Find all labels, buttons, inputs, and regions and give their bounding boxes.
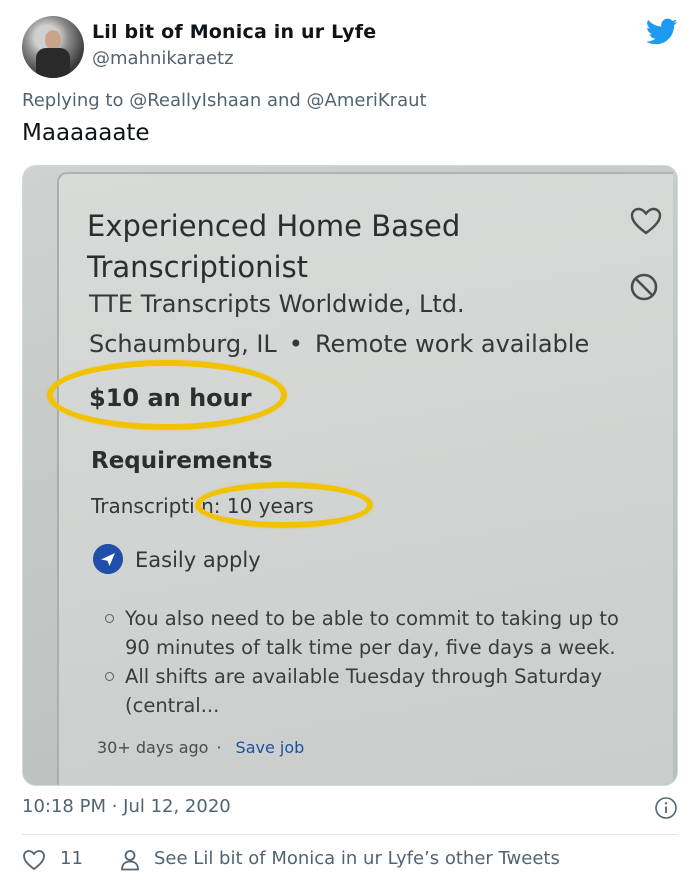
highlight-circle-years	[195, 482, 373, 528]
like-heart-icon[interactable]	[22, 849, 46, 871]
author-name[interactable]: Lil bit of Monica in ur Lyfe	[92, 21, 376, 43]
posted-date: 30+ days ago	[97, 738, 209, 757]
remote-note: Remote work available	[314, 330, 590, 358]
divider	[22, 834, 678, 835]
author-handle[interactable]: @mahnikaraetz	[92, 48, 234, 69]
mention-link[interactable]: @ReallyIshaan	[129, 90, 261, 111]
company-name: TTE Transcripts Worldwide, Ltd.	[89, 290, 465, 318]
replying-to: Replying to @ReallyIshaan and @AmeriKrau…	[22, 90, 427, 111]
job-title: Experienced Home Based Transcriptionist	[87, 209, 461, 284]
other-tweets-link[interactable]: See Lil bit of Monica in ur Lyfe’s other…	[154, 848, 560, 869]
replying-joiner: and	[261, 90, 307, 111]
tweet-timestamp[interactable]: 10:18 PM · Jul 12, 2020	[22, 796, 231, 817]
easily-apply-label: Easily apply	[135, 548, 261, 572]
info-icon[interactable]	[654, 796, 678, 820]
job-location: Schaumburg, IL • Remote work available	[89, 330, 589, 358]
location-city: Schaumburg, IL	[89, 330, 277, 358]
block-icon	[630, 273, 658, 301]
location-separator: •	[288, 330, 303, 358]
person-icon[interactable]	[120, 849, 140, 871]
requirements-heading: Requirements	[91, 448, 273, 474]
list-item: All shifts are available Tuesday through…	[101, 662, 641, 720]
send-icon	[93, 544, 123, 574]
highlight-circle-pay	[47, 360, 287, 430]
list-item: You also need to be able to commit to ta…	[101, 604, 641, 662]
heart-outline-icon	[630, 207, 662, 235]
avatar[interactable]	[22, 16, 84, 78]
job-meta: 30+ days ago · Save job	[97, 738, 304, 757]
tweet-photo[interactable]: Experienced Home Based Transcriptionist …	[22, 165, 678, 786]
job-details-list: You also need to be able to commit to ta…	[101, 604, 641, 720]
tweet-actions: 11 See Lil bit of Monica in ur Lyfe’s ot…	[22, 846, 678, 876]
replying-prefix: Replying to	[22, 90, 130, 111]
meta-separator: ·	[216, 738, 222, 757]
mention-link[interactable]: @AmeriKraut	[307, 90, 427, 111]
tweet-text: Maaaaaate	[22, 120, 150, 146]
twitter-bird-icon[interactable]	[646, 18, 678, 46]
avatar-shirt	[36, 48, 70, 78]
tweet-header: Lil bit of Monica in ur Lyfe @mahnikarae…	[22, 16, 678, 80]
save-job-link: Save job	[235, 738, 305, 757]
like-count[interactable]: 11	[60, 848, 83, 869]
avatar-face	[45, 30, 61, 50]
